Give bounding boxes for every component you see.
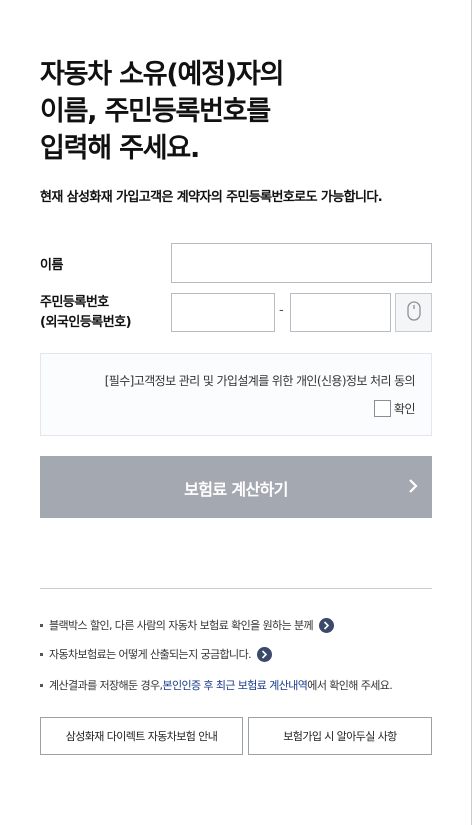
section-divider bbox=[40, 588, 432, 589]
calculate-premium-label: 보험료 계산하기 bbox=[184, 480, 288, 499]
info-item-saved-prefix: 계산결과를 저장해둔 경우, bbox=[49, 679, 163, 692]
consent-checkbox-group[interactable]: 확인 bbox=[373, 400, 416, 417]
mouse-keypad-icon bbox=[406, 300, 421, 325]
page-frame: 자동차 소유(예정)자의 이름, 주민등록번호를 입력해 주세요. 현재 삼성화… bbox=[0, 0, 472, 825]
info-item-blackbox[interactable]: 블랙박스 할인, 다른 사람의 자동차 보험료 확인을 원하는 분께 bbox=[40, 617, 335, 633]
info-item-blackbox-text: 블랙박스 할인, 다른 사람의 자동차 보험료 확인을 원하는 분께 bbox=[49, 619, 314, 632]
enrollment-notice-button[interactable]: 보험가입 시 알아두실 사항 bbox=[248, 717, 432, 755]
calculate-premium-button[interactable]: 보험료 계산하기 bbox=[40, 456, 432, 518]
info-item-premium-calc[interactable]: 자동차보험료는 어떻게 산출되는지 궁금합니다. bbox=[40, 646, 272, 662]
rrn-label-line-2: (외국인등록번호) bbox=[40, 315, 132, 330]
secure-keypad-button[interactable] bbox=[395, 293, 432, 332]
name-label: 이름 bbox=[40, 258, 63, 273]
circle-arrow-right-icon[interactable] bbox=[257, 646, 272, 662]
consent-checkbox-label[interactable]: 확인 bbox=[394, 400, 416, 417]
consent-box: [필수]고객정보 관리 및 가입설계를 위한 개인(신용)정보 처리 동의 확인 bbox=[40, 353, 432, 436]
page-title-line-1: 자동차 소유(예정)자의 bbox=[40, 59, 284, 90]
direct-insurance-guide-button[interactable]: 삼성화재 다이렉트 자동차보험 안내 bbox=[40, 717, 243, 755]
info-item-saved-suffix: 에서 확인해 주세요. bbox=[307, 679, 393, 692]
rrn-separator: - bbox=[279, 303, 284, 318]
info-item-saved-results: 계산결과를 저장해둔 경우, 본인인증 후 최근 보험료 계산내역 에서 확인해… bbox=[40, 677, 393, 693]
info-item-premium-calc-text: 자동차보험료는 어떻게 산출되는지 궁금합니다. bbox=[49, 648, 252, 661]
consent-text[interactable]: [필수]고객정보 관리 및 가입설계를 위한 개인(신용)정보 처리 동의 bbox=[105, 372, 416, 389]
name-input[interactable] bbox=[171, 243, 432, 283]
bullet-icon bbox=[40, 652, 43, 656]
page-title: 자동차 소유(예정)자의 이름, 주민등록번호를 입력해 주세요. bbox=[40, 56, 440, 167]
rrn-back-input[interactable] bbox=[290, 293, 391, 332]
bullet-icon bbox=[40, 683, 43, 687]
page-title-line-3: 입력해 주세요. bbox=[40, 133, 200, 164]
rrn-label: 주민등록번호 (외국인등록번호) bbox=[40, 293, 132, 333]
circle-arrow-right-icon[interactable] bbox=[319, 617, 335, 633]
rrn-label-line-1: 주민등록번호 bbox=[40, 295, 109, 310]
rrn-front-input[interactable] bbox=[171, 293, 275, 332]
bullet-icon bbox=[40, 623, 43, 627]
page-title-line-2: 이름, 주민등록번호를 bbox=[40, 96, 271, 127]
page-subtitle: 현재 삼성화재 가입고객은 계약자의 주민등록번호로도 가능합니다. bbox=[40, 190, 383, 205]
chevron-right-icon bbox=[408, 478, 418, 498]
consent-checkbox[interactable] bbox=[373, 400, 391, 417]
recent-calculation-link[interactable]: 본인인증 후 최근 보험료 계산내역 bbox=[162, 677, 307, 693]
